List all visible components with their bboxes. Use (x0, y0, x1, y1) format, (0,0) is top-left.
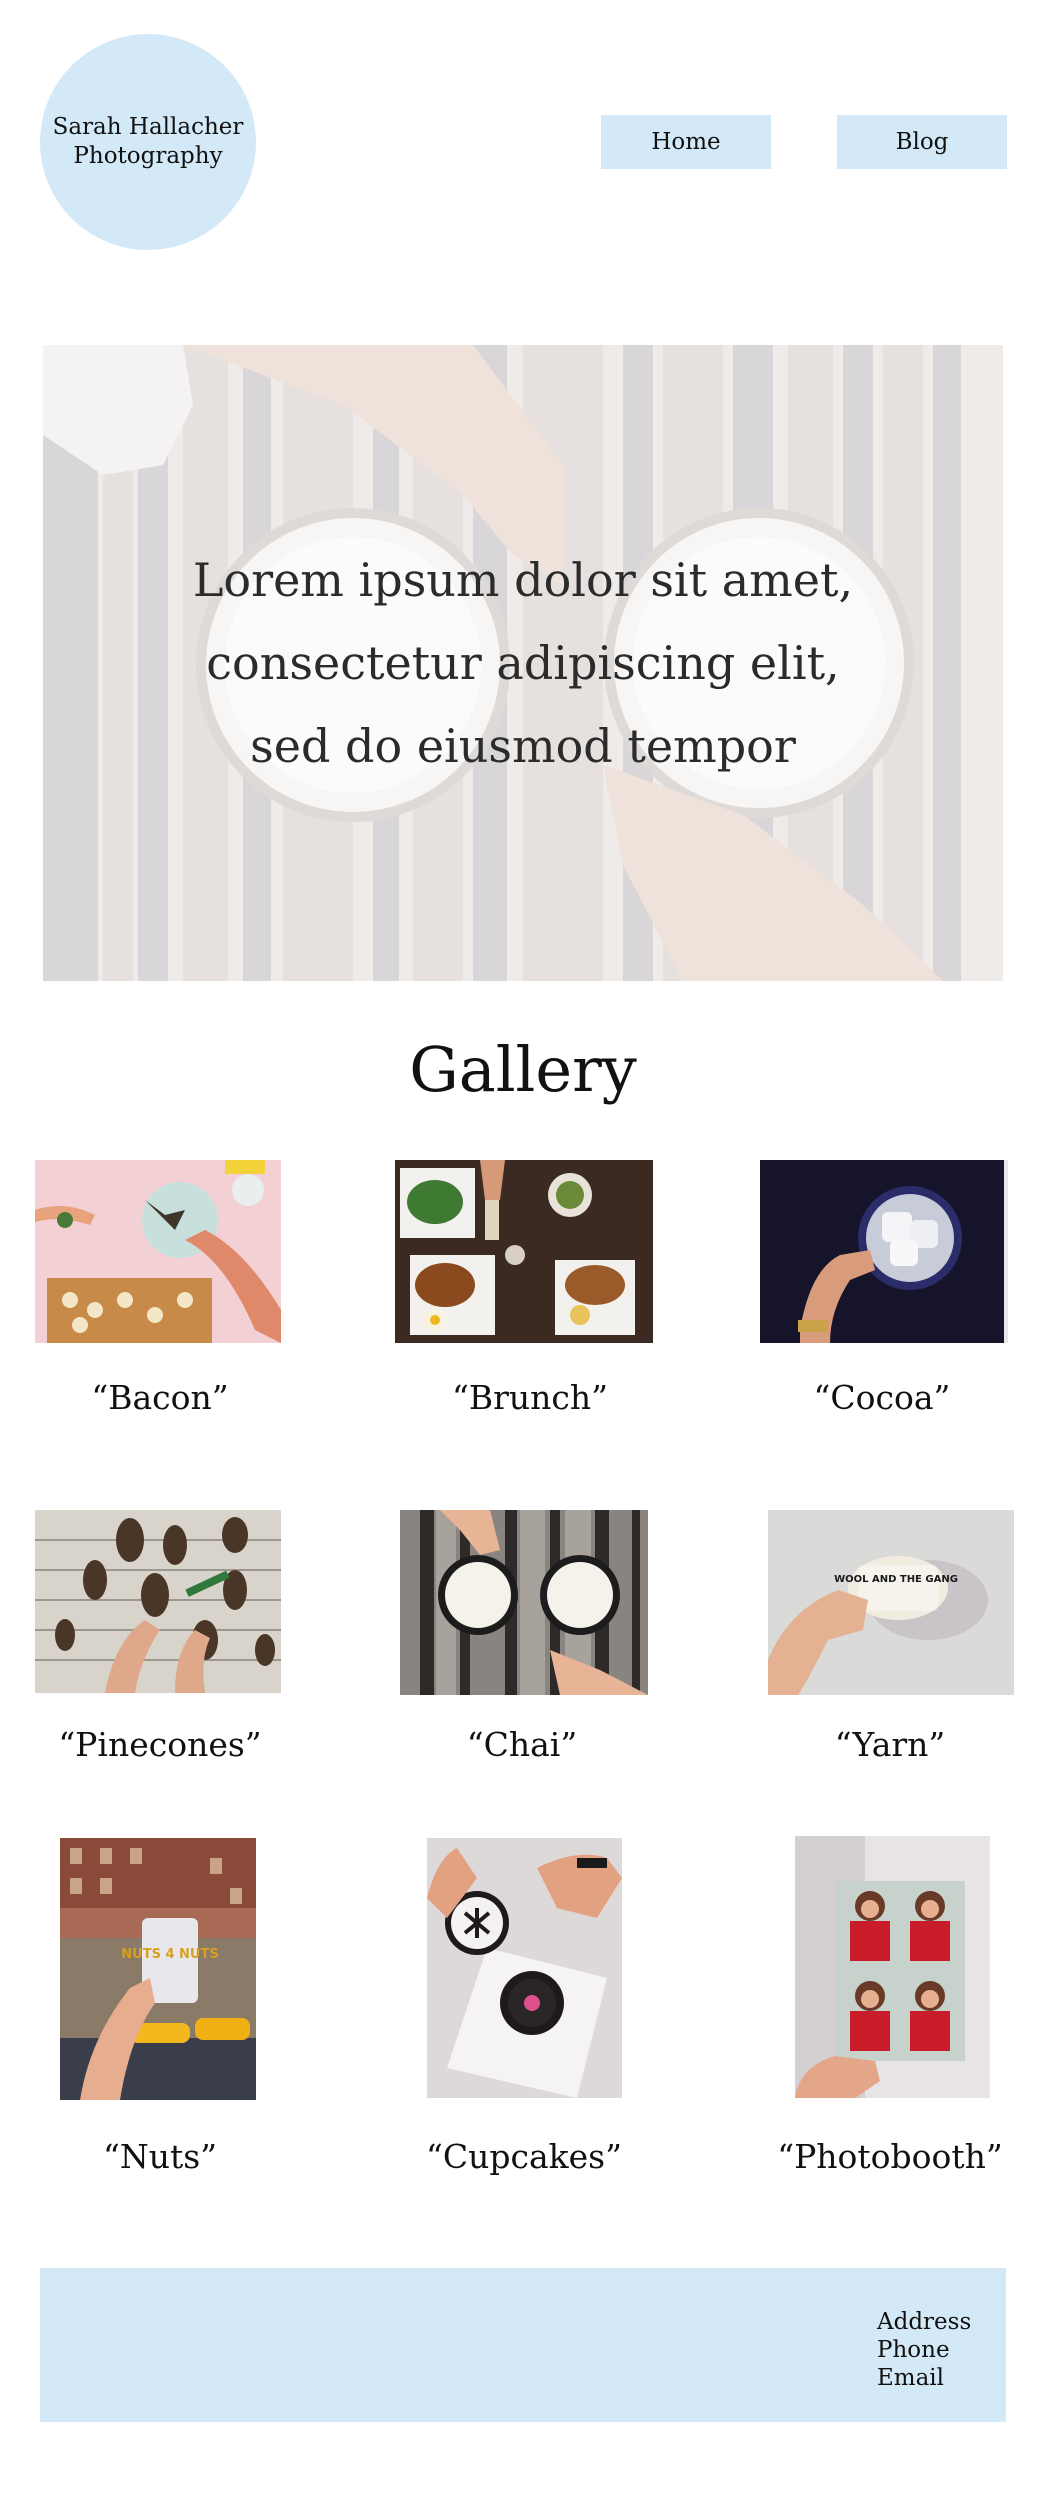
gallery-caption-nuts: “Nuts” (102, 2137, 218, 2176)
yarn-label-text: WOOL AND THE GANG (834, 1574, 958, 1585)
gallery-caption-photobooth: “Photobooth” (777, 2137, 1003, 2176)
brand-name-line2: Photography (73, 143, 223, 169)
gallery-photo-yarn[interactable]: WOOL AND THE GANG (768, 1510, 1014, 1695)
gallery-caption-cocoa: “Cocoa” (813, 1378, 951, 1417)
gallery-caption-cupcakes: “Cupcakes” (426, 2137, 622, 2176)
gallery-photo-photobooth[interactable] (795, 1836, 990, 2098)
gallery-heading: Gallery (409, 1033, 637, 1106)
nuts-label-text: NUTS 4 NUTS (121, 1947, 218, 1962)
footer (40, 2268, 1006, 2422)
nav-blog-button[interactable]: Blog (837, 115, 1007, 169)
gallery-caption-yarn: “Yarn” (834, 1725, 946, 1764)
brand-logo[interactable]: Sarah Hallacher Photography (40, 34, 256, 250)
gallery-photo-nuts[interactable]: NUTS 4 NUTS (60, 1838, 256, 2100)
footer-address[interactable]: Address (877, 2308, 971, 2336)
gallery-photo-cupcakes[interactable] (427, 1838, 622, 2098)
brand-name-line1: Sarah Hallacher (52, 114, 244, 140)
hero-banner: Lorem ipsum dolor sit amet, consectetur … (43, 345, 1003, 981)
hero-text-line2: consectetur adipiscing elit, (206, 635, 840, 690)
hero-text-line1: Lorem ipsum dolor sit amet, (192, 552, 854, 607)
gallery-caption-brunch: “Brunch” (451, 1378, 608, 1417)
footer-email[interactable]: Email (877, 2364, 971, 2392)
gallery-caption-bacon: “Bacon” (91, 1378, 229, 1417)
footer-contact: Address Phone Email (877, 2308, 971, 2392)
gallery-photo-cocoa[interactable] (760, 1160, 1008, 1343)
footer-phone[interactable]: Phone (877, 2336, 971, 2364)
gallery-photo-chai[interactable] (400, 1510, 648, 1695)
nav-home-button[interactable]: Home (601, 115, 771, 169)
gallery-caption-pinecones: “Pinecones” (58, 1725, 262, 1764)
gallery-caption-chai: “Chai” (466, 1725, 578, 1764)
gallery-photo-pinecones[interactable] (35, 1510, 281, 1693)
gallery-photo-bacon[interactable] (35, 1160, 281, 1343)
gallery-photo-brunch[interactable] (395, 1160, 653, 1343)
hero-text-line3: sed do eiusmod tempor (250, 718, 796, 773)
hero-text: Lorem ipsum dolor sit amet, consectetur … (43, 345, 1003, 981)
